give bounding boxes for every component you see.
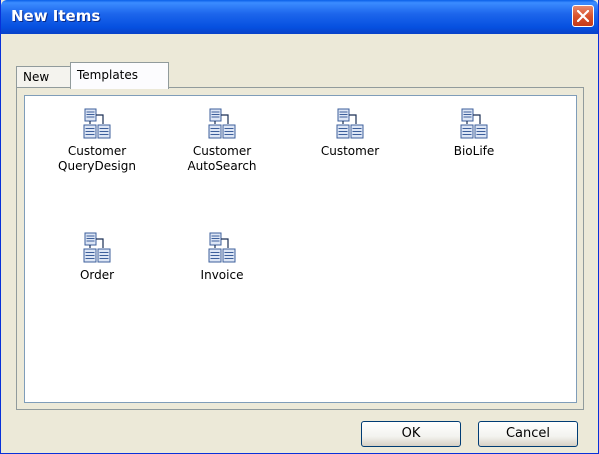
title-bar[interactable]: New Items	[1, 0, 598, 34]
list-item[interactable]: Customer QueryDesign	[42, 108, 152, 174]
tab-panel: Customer QueryDesign Customer AutoSearch	[16, 87, 584, 410]
list-item[interactable]: Invoice	[167, 232, 277, 283]
item-label: Customer QueryDesign	[58, 144, 136, 173]
list-item[interactable]: Customer	[295, 108, 405, 159]
tab-new[interactable]: New	[16, 66, 72, 88]
close-button[interactable]	[572, 5, 594, 27]
item-label: BioLife	[453, 144, 495, 158]
close-icon	[577, 10, 589, 22]
data-module-icon	[460, 108, 488, 139]
data-module-icon	[208, 232, 236, 263]
item-label: Order	[79, 268, 115, 282]
data-module-icon	[83, 108, 111, 139]
item-label: Invoice	[200, 268, 244, 282]
window-title: New Items	[11, 7, 101, 25]
ok-button[interactable]: OK	[361, 421, 461, 447]
data-module-icon	[336, 108, 364, 139]
list-item[interactable]: Order	[42, 232, 152, 283]
tab-templates[interactable]: Templates	[70, 62, 169, 89]
data-module-icon	[208, 108, 236, 139]
list-item[interactable]: BioLife	[419, 108, 529, 159]
item-label: Customer AutoSearch	[187, 144, 257, 173]
item-label: Customer	[320, 144, 380, 158]
templates-list[interactable]: Customer QueryDesign Customer AutoSearch	[24, 95, 577, 403]
data-module-icon	[83, 232, 111, 263]
list-item[interactable]: Customer AutoSearch	[167, 108, 277, 174]
new-items-dialog: New Items New Templates Customer QueryDe…	[0, 0, 599, 454]
cancel-button[interactable]: Cancel	[478, 421, 578, 447]
